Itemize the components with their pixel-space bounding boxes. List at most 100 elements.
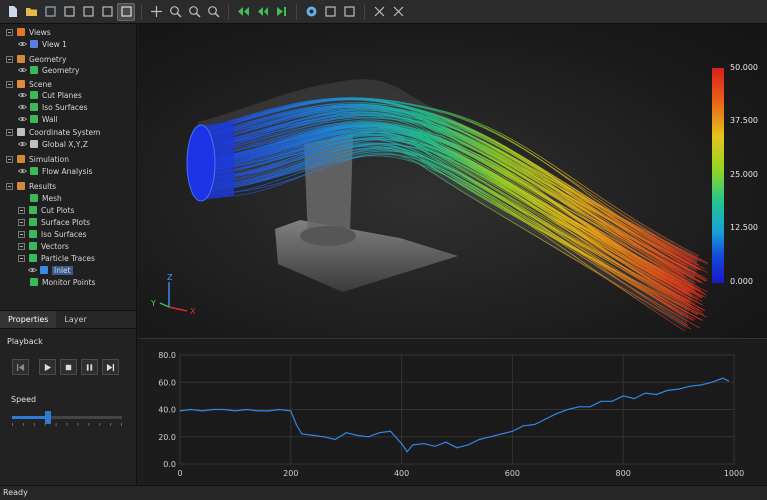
chart-data-point bbox=[489, 436, 491, 438]
chart-data-point bbox=[578, 406, 580, 408]
properties-icon bbox=[343, 6, 355, 17]
tree-item[interactable]: Inlet bbox=[28, 264, 73, 276]
step-forward-button[interactable] bbox=[272, 3, 290, 21]
expand-toggle-icon[interactable] bbox=[18, 206, 25, 214]
chart-data-point bbox=[401, 442, 403, 445]
visibility-eye-icon[interactable] bbox=[18, 67, 27, 73]
speed-slider[interactable] bbox=[12, 411, 122, 424]
chart-data-point bbox=[406, 451, 408, 453]
expand-toggle-icon[interactable] bbox=[6, 128, 13, 136]
tree-item[interactable]: Iso Surfaces bbox=[18, 228, 87, 240]
tree-item[interactable]: Cut Plots bbox=[18, 204, 74, 216]
pan-icon bbox=[150, 6, 162, 17]
step-back-button[interactable] bbox=[253, 3, 271, 21]
visibility-eye-icon[interactable] bbox=[18, 141, 27, 147]
visibility-eye-icon[interactable] bbox=[18, 92, 27, 98]
chart-data-point bbox=[511, 430, 513, 432]
visibility-eye-icon[interactable] bbox=[28, 267, 37, 273]
import-button[interactable] bbox=[79, 3, 97, 21]
expand-toggle-icon[interactable] bbox=[6, 182, 13, 190]
tree-item[interactable]: Wall bbox=[18, 113, 58, 125]
fit-view-button[interactable] bbox=[98, 3, 116, 21]
tab-properties[interactable]: Properties bbox=[0, 311, 57, 328]
tree-item[interactable]: Views bbox=[6, 26, 51, 38]
expand-toggle-icon[interactable] bbox=[18, 254, 25, 262]
new-file-button[interactable] bbox=[3, 3, 21, 21]
chart-data-point bbox=[412, 444, 414, 446]
tree-item[interactable]: Vectors bbox=[18, 240, 69, 252]
skip-back-button[interactable] bbox=[12, 359, 29, 375]
fit-all-icon bbox=[374, 6, 384, 17]
chart-data-point bbox=[212, 408, 214, 411]
expand-toggle-icon[interactable] bbox=[18, 218, 25, 226]
stop-button[interactable] bbox=[60, 359, 77, 375]
zoom-in-button[interactable] bbox=[185, 3, 203, 21]
flow-analysis-icon bbox=[30, 167, 38, 175]
play-button[interactable] bbox=[39, 359, 56, 375]
speed-slider-fill bbox=[12, 416, 49, 419]
chart-data-point bbox=[389, 430, 392, 432]
expand-toggle-icon[interactable] bbox=[6, 28, 13, 36]
zoom-window-button[interactable] bbox=[166, 3, 184, 21]
save-button[interactable] bbox=[41, 3, 59, 21]
play-icon bbox=[44, 363, 52, 371]
tree-item-label: Geometry bbox=[42, 65, 80, 75]
tree-item[interactable]: Global X,Y,Z bbox=[18, 138, 88, 150]
select-button[interactable] bbox=[117, 2, 135, 21]
tree-item[interactable]: Surface Plots bbox=[18, 216, 90, 228]
properties-button[interactable] bbox=[340, 3, 358, 21]
tree-item[interactable]: View 1 bbox=[18, 38, 67, 50]
visibility-eye-icon[interactable] bbox=[18, 168, 27, 174]
tree-item[interactable]: Simulation bbox=[6, 153, 69, 165]
tree-item[interactable]: Iso Surfaces bbox=[18, 101, 88, 113]
fit-all-button[interactable] bbox=[370, 3, 388, 21]
tree-item[interactable]: Mesh bbox=[18, 192, 62, 204]
skip-forward-button[interactable] bbox=[102, 359, 119, 375]
tree-item[interactable]: Flow Analysis bbox=[18, 165, 92, 177]
tree-item[interactable]: Results bbox=[6, 180, 56, 192]
render-icon bbox=[306, 6, 316, 17]
visibility-eye-icon[interactable] bbox=[18, 41, 27, 47]
screenshot-button[interactable] bbox=[321, 3, 339, 21]
chart-data-point bbox=[622, 395, 624, 397]
reset-view-icon bbox=[393, 6, 403, 17]
chart-data-point bbox=[367, 436, 369, 438]
chart-data-point bbox=[600, 400, 602, 402]
chart-data-point bbox=[256, 410, 259, 412]
chart-data-point bbox=[545, 418, 547, 420]
new-file-icon bbox=[8, 6, 17, 17]
tree-item[interactable]: Coordinate System bbox=[6, 126, 100, 138]
pan-button[interactable] bbox=[147, 3, 165, 21]
chart-data-point bbox=[589, 406, 591, 408]
zoom-out-button[interactable] bbox=[204, 3, 222, 21]
status-bar: Ready bbox=[0, 485, 767, 500]
chart-data-point bbox=[522, 425, 525, 427]
pause-button[interactable] bbox=[81, 359, 98, 375]
3d-viewport[interactable]: X Z Y 50.000 37.500 25.000 12.500 0.000 bbox=[138, 24, 767, 338]
tree-item[interactable]: Cut Planes bbox=[18, 89, 82, 101]
toolbar-separator bbox=[228, 3, 229, 20]
export-button[interactable] bbox=[60, 3, 78, 21]
render-button[interactable] bbox=[302, 3, 320, 21]
tab-layer[interactable]: Layer bbox=[56, 311, 94, 328]
tree-item[interactable]: Geometry bbox=[18, 64, 79, 76]
expand-toggle-icon[interactable] bbox=[18, 242, 25, 250]
tree-item[interactable]: Particle Traces bbox=[18, 252, 95, 264]
legend-mid-low: 12.500 bbox=[730, 223, 758, 232]
expand-toggle-icon[interactable] bbox=[18, 230, 25, 238]
expand-toggle-icon[interactable] bbox=[6, 155, 13, 163]
visibility-eye-icon[interactable] bbox=[18, 104, 27, 110]
open-folder-button[interactable] bbox=[22, 3, 40, 21]
particle-traces-icon bbox=[29, 254, 37, 262]
tree-item[interactable]: Monitor Points bbox=[18, 276, 95, 288]
properties-tabs: Properties Layer bbox=[0, 311, 136, 329]
chart-data-point bbox=[655, 393, 658, 396]
chart-data-point bbox=[268, 410, 270, 412]
expand-toggle-icon[interactable] bbox=[6, 80, 13, 88]
visibility-eye-icon[interactable] bbox=[18, 116, 27, 122]
expand-toggle-icon[interactable] bbox=[6, 55, 13, 63]
rewind-button[interactable] bbox=[234, 3, 252, 21]
chart-data-point bbox=[689, 385, 691, 387]
inlet-face bbox=[186, 121, 234, 202]
reset-view-button[interactable] bbox=[389, 3, 407, 21]
